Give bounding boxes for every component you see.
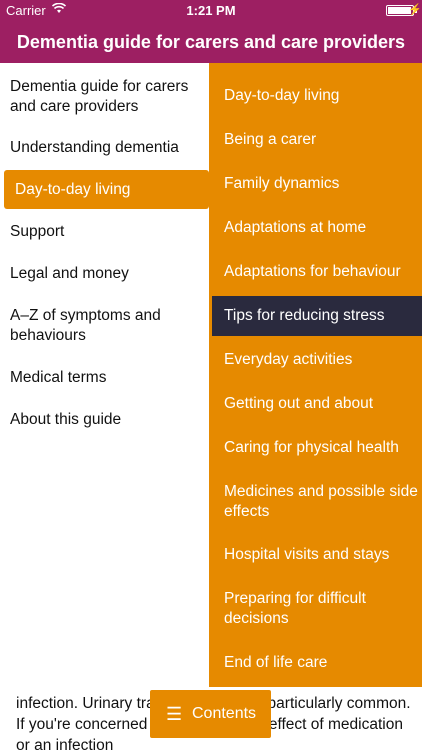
submenu-item-end-of-life-care[interactable]: End of life care bbox=[224, 653, 419, 673]
submenu-item-day-to-day-living[interactable]: Day-to-day living bbox=[224, 86, 419, 106]
clock: 1:21 PM bbox=[186, 3, 236, 18]
submenu-item-medicines[interactable]: Medicines and possible side effects bbox=[224, 482, 419, 522]
submenu: Day-to-day living Being a carer Family d… bbox=[209, 63, 422, 687]
primary-menu: Dementia guide for carers and care provi… bbox=[0, 63, 209, 687]
menu-item-support[interactable]: Support bbox=[4, 222, 209, 242]
menu-item-legal-and-money[interactable]: Legal and money bbox=[4, 264, 209, 284]
page-title: Dementia guide for carers and care provi… bbox=[0, 22, 422, 63]
submenu-item-family-dynamics[interactable]: Family dynamics bbox=[224, 174, 419, 194]
menu-item-a-z-symptoms[interactable]: A–Z of symptoms and behaviours bbox=[4, 306, 209, 346]
status-bar: Carrier 1:21 PM ⚡ bbox=[0, 0, 422, 22]
submenu-item-getting-out[interactable]: Getting out and about bbox=[224, 394, 419, 414]
submenu-item-difficult-decisions[interactable]: Preparing for difficult decisions bbox=[224, 589, 419, 629]
menu-item-dementia-guide[interactable]: Dementia guide for carers and care provi… bbox=[4, 77, 209, 117]
submenu-item-everyday-activities[interactable]: Everyday activities bbox=[224, 350, 419, 370]
list-icon: ☰ bbox=[166, 704, 183, 724]
menu-item-understanding-dementia[interactable]: Understanding dementia bbox=[4, 138, 209, 158]
menu-item-about-guide[interactable]: About this guide bbox=[4, 410, 209, 430]
submenu-item-tips-reducing-stress[interactable]: Tips for reducing stress bbox=[212, 296, 422, 336]
contents-button[interactable]: ☰ Contents bbox=[150, 690, 271, 738]
menu-item-medical-terms[interactable]: Medical terms bbox=[4, 368, 209, 388]
submenu-item-being-a-carer[interactable]: Being a carer bbox=[224, 130, 419, 150]
submenu-item-physical-health[interactable]: Caring for physical health bbox=[224, 438, 419, 458]
menu-item-day-to-day-living[interactable]: Day-to-day living bbox=[4, 170, 209, 209]
bolt-icon: ⚡ bbox=[408, 4, 422, 16]
contents-button-label: Contents bbox=[192, 705, 257, 722]
submenu-item-adaptations-behaviour[interactable]: Adaptations for behaviour bbox=[224, 262, 419, 282]
submenu-item-hospital-visits[interactable]: Hospital visits and stays bbox=[224, 545, 419, 565]
submenu-item-adaptations-home[interactable]: Adaptations at home bbox=[224, 218, 419, 238]
